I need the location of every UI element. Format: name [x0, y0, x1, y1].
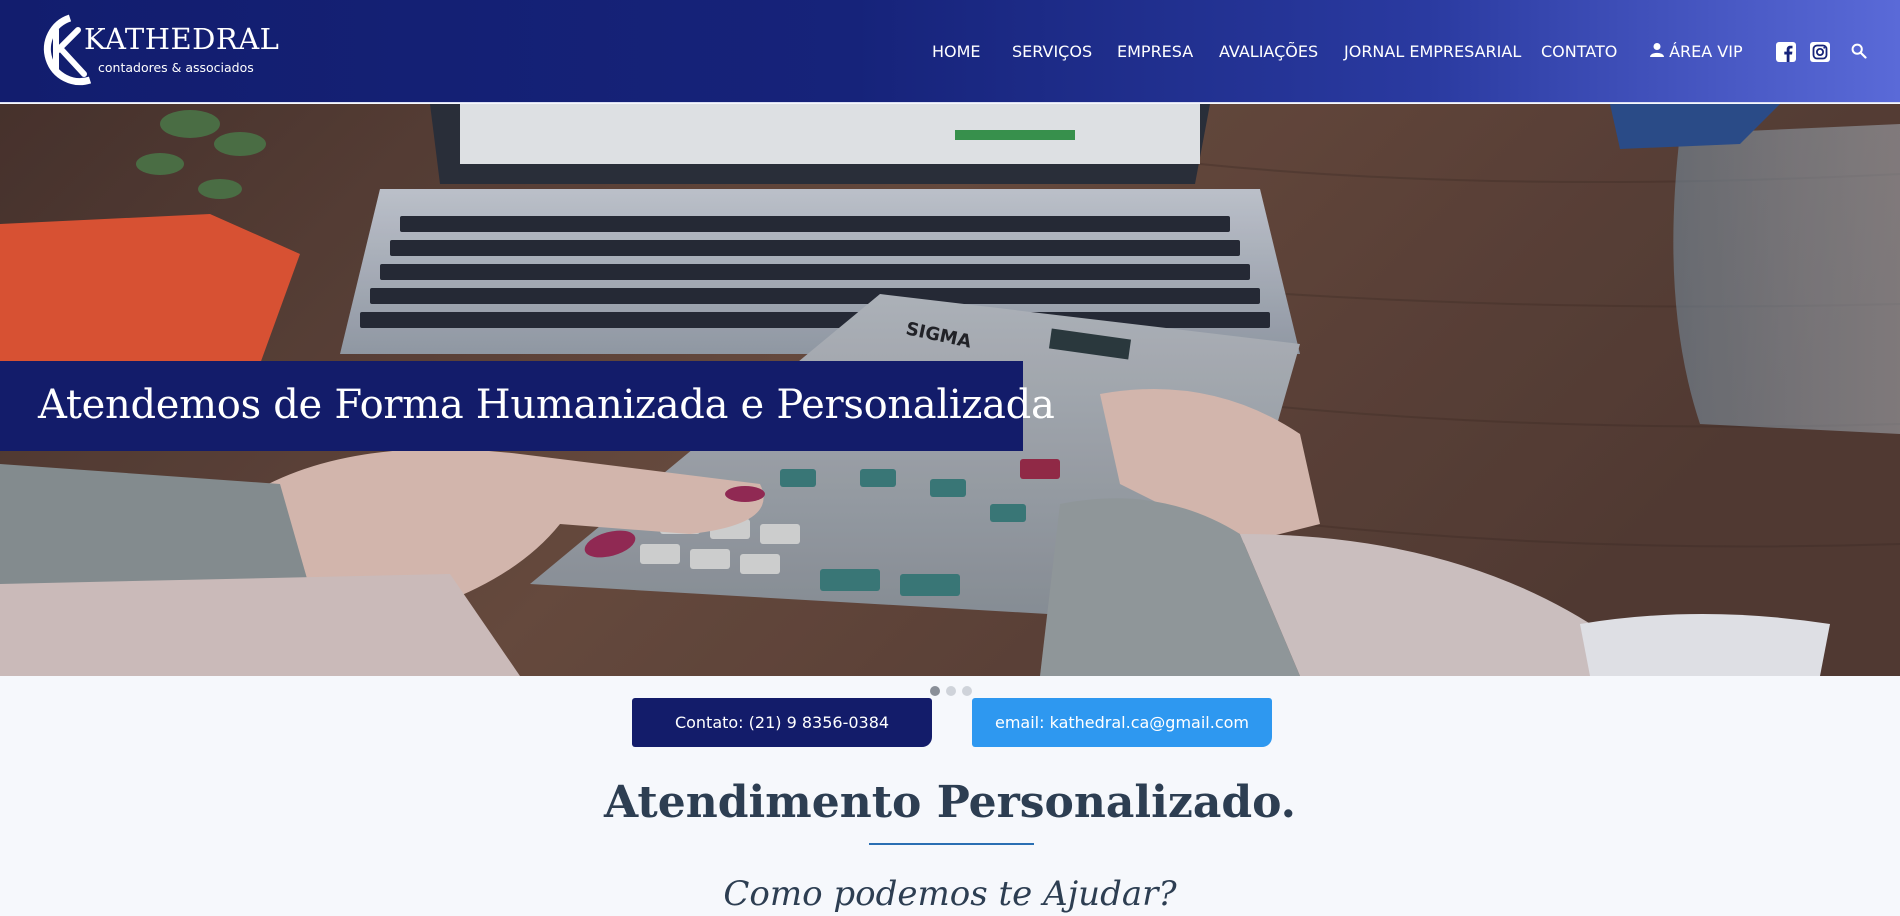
- section-subtitle: Como podemos te Ajudar?: [723, 874, 1177, 914]
- nav-jornal-empresarial[interactable]: JORNAL EMPRESARIAL: [1344, 42, 1521, 62]
- slider-dot-3[interactable]: [962, 686, 972, 696]
- hero-slider: MacBook Air SIGMA: [0, 104, 1900, 676]
- nav-avaliacoes[interactable]: AVALIAÇÕES: [1219, 42, 1318, 62]
- hero-headline-banner: Atendemos de Forma Humanizada e Personal…: [0, 361, 1055, 451]
- hero-headline: Atendemos de Forma Humanizada e Personal…: [38, 382, 1055, 428]
- facebook-icon[interactable]: [1776, 42, 1796, 62]
- instagram-icon[interactable]: [1810, 42, 1830, 62]
- email-contact-button[interactable]: email: kathedral.ca@gmail.com: [972, 698, 1272, 747]
- search-icon[interactable]: [1851, 43, 1867, 59]
- user-icon: [1650, 43, 1664, 57]
- nav-empresa[interactable]: EMPRESA: [1117, 42, 1193, 62]
- slider-dot-1[interactable]: [930, 686, 940, 696]
- section-title: Atendimento Personalizado.: [604, 777, 1296, 828]
- slider-pagination: [930, 686, 974, 696]
- site-header: KATHEDRAL contadores & associados HOME S…: [0, 0, 1900, 103]
- nav-contato[interactable]: CONTATO: [1541, 42, 1617, 62]
- nav-home[interactable]: HOME: [932, 42, 981, 62]
- slider-dot-2[interactable]: [946, 686, 956, 696]
- nav-area-vip[interactable]: ÁREA VIP: [1650, 42, 1743, 62]
- title-underline: [869, 843, 1034, 845]
- main-nav: HOME SERVIÇOS EMPRESA AVALIAÇÕES JORNAL …: [0, 42, 1900, 62]
- nav-area-vip-label: ÁREA VIP: [1669, 42, 1743, 61]
- nav-servicos[interactable]: SERVIÇOS: [1012, 42, 1092, 62]
- logo-tagline: contadores & associados: [98, 60, 254, 75]
- phone-contact-button[interactable]: Contato: (21) 9 8356-0384: [632, 698, 932, 747]
